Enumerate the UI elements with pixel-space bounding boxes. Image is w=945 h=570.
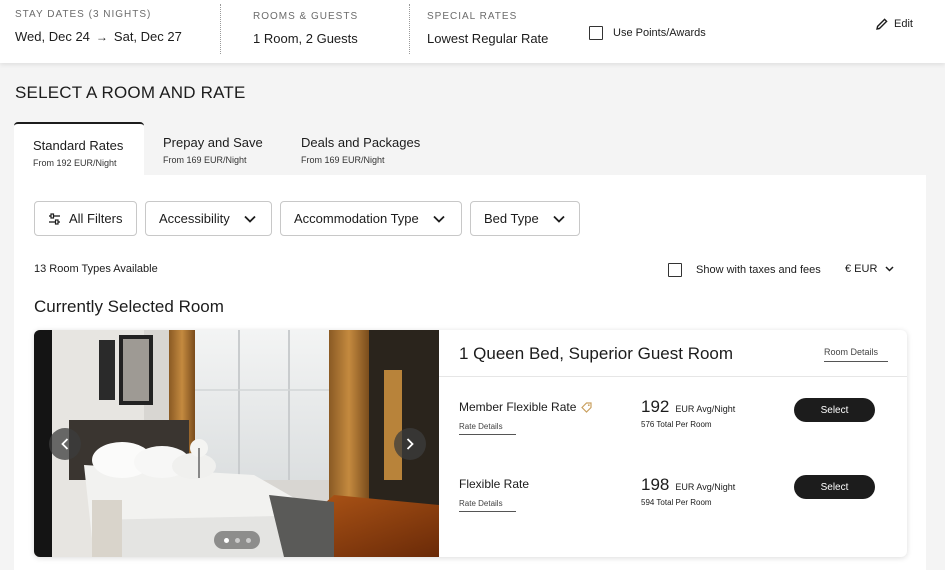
- accommodation-type-label: Accommodation Type: [294, 211, 419, 226]
- arrow-right-icon: →: [95, 30, 108, 44]
- tab-label: Standard Rates: [33, 138, 124, 153]
- price-unit: EUR Avg/Night: [675, 404, 736, 414]
- special-rates[interactable]: SPECIAL RATES Lowest Regular Rate: [427, 11, 548, 46]
- currency-dropdown[interactable]: € EUR: [845, 263, 894, 275]
- price-total: 576 Total Per Room: [641, 420, 712, 429]
- select-rate-button[interactable]: Select: [794, 475, 875, 499]
- tab-standard-rates[interactable]: Standard Rates From 192 EUR/Night: [14, 122, 144, 175]
- checkout-date: Sat, Dec 27: [113, 29, 182, 44]
- tab-label: Prepay and Save: [163, 135, 263, 150]
- taxes-checkbox[interactable]: [668, 263, 682, 277]
- rate-price: 198 EUR Avg/Night: [641, 475, 735, 495]
- pencil-icon: [876, 18, 888, 30]
- rate-details-link[interactable]: Rate Details: [459, 422, 516, 435]
- edit-button[interactable]: Edit: [876, 18, 913, 30]
- rooms-guests-value: 1 Room, 2 Guests: [253, 31, 358, 46]
- divider: [409, 4, 410, 54]
- sliders-icon: [49, 212, 60, 225]
- next-photo-button[interactable]: [394, 428, 426, 460]
- photo-pagination: [214, 531, 260, 549]
- rate-price: 192 EUR Avg/Night: [641, 397, 735, 417]
- taxes-label: Show with taxes and fees: [696, 264, 821, 276]
- use-points-label: Use Points/Awards: [613, 27, 706, 39]
- divider: [439, 376, 907, 377]
- room-types-count: 13 Room Types Available: [34, 263, 158, 275]
- price-amount: 198: [641, 475, 670, 494]
- room-details-link[interactable]: Room Details: [824, 347, 888, 362]
- all-filters-button[interactable]: All Filters: [34, 201, 137, 236]
- edit-label: Edit: [894, 18, 913, 30]
- price-amount: 192: [641, 397, 670, 416]
- chevron-down-icon: [553, 215, 565, 223]
- divider: [220, 4, 221, 54]
- stay-dates[interactable]: STAY DATES (3 NIGHTS) Wed, Dec 24 → Sat, D…: [15, 9, 182, 44]
- use-points-checkbox[interactable]: [589, 26, 603, 40]
- member-tag-icon: [581, 401, 592, 413]
- bed-type-dropdown[interactable]: Bed Type: [470, 201, 580, 236]
- tab-sublabel: From 169 EUR/Night: [301, 155, 385, 165]
- rooms-guests-label: ROOMS & GUESTS: [253, 11, 359, 22]
- tab-prepay-and-save[interactable]: Prepay and Save From 169 EUR/Night: [144, 121, 263, 174]
- rates-panel: All Filters Accessibility Accommodation …: [14, 175, 926, 570]
- chevron-right-icon: [406, 438, 414, 450]
- chevron-down-icon: [433, 215, 445, 223]
- tab-label: Deals and Packages: [301, 135, 421, 150]
- stay-dates-label: STAY DATES (3 NIGHTS): [15, 9, 152, 20]
- page-title: SELECT A ROOM AND RATE: [15, 83, 246, 102]
- room-photo-image: [34, 330, 439, 557]
- price-unit: EUR Avg/Night: [675, 482, 736, 492]
- currently-selected-heading: Currently Selected Room: [34, 297, 224, 316]
- tab-deals-and-packages[interactable]: Deals and Packages From 169 EUR/Night: [282, 121, 420, 174]
- rate-name: Member Flexible Rate: [459, 400, 592, 414]
- all-filters-label: All Filters: [69, 211, 123, 226]
- rate-name: Flexible Rate: [459, 477, 529, 491]
- room-photo: [34, 330, 439, 557]
- bed-type-label: Bed Type: [484, 211, 539, 226]
- select-rate-button[interactable]: Select: [794, 398, 875, 422]
- chevron-left-icon: [61, 438, 69, 450]
- accessibility-label: Accessibility: [159, 211, 230, 226]
- pagination-dot[interactable]: [223, 537, 229, 543]
- accommodation-type-dropdown[interactable]: Accommodation Type: [280, 201, 462, 236]
- pagination-dot[interactable]: [245, 537, 251, 543]
- room-card: 1 Queen Bed, Superior Guest Room Room De…: [34, 330, 907, 557]
- accessibility-dropdown[interactable]: Accessibility: [145, 201, 272, 236]
- chevron-down-icon: [885, 266, 894, 272]
- pagination-dot[interactable]: [234, 537, 240, 543]
- room-name: 1 Queen Bed, Superior Guest Room: [459, 344, 734, 363]
- taxes-toggle[interactable]: Show with taxes and fees: [668, 263, 821, 277]
- search-summary-bar: STAY DATES (3 NIGHTS) Wed, Dec 24 → Sat, D…: [0, 0, 945, 63]
- tab-sublabel: From 169 EUR/Night: [163, 155, 247, 165]
- rate-name-label: Member Flexible Rate: [459, 400, 577, 414]
- special-rates-label: SPECIAL RATES: [427, 11, 518, 22]
- rate-name-label: Flexible Rate: [459, 477, 530, 491]
- currency-label: € EUR: [845, 263, 878, 275]
- rate-details-link[interactable]: Rate Details: [459, 499, 516, 512]
- use-points-toggle[interactable]: Use Points/Awards: [589, 26, 706, 40]
- price-total: 594 Total Per Room: [641, 498, 712, 507]
- special-rates-value: Lowest Regular Rate: [427, 31, 549, 46]
- rooms-guests[interactable]: ROOMS & GUESTS 1 Room, 2 Guests: [253, 11, 358, 46]
- checkin-date: Wed, Dec 24: [15, 29, 90, 44]
- tab-sublabel: From 192 EUR/Night: [33, 158, 117, 168]
- chevron-down-icon: [244, 215, 256, 223]
- previous-photo-button[interactable]: [49, 428, 81, 460]
